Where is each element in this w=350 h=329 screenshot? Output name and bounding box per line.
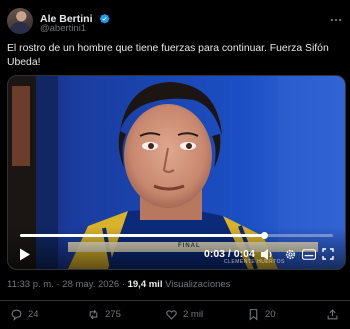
tweet-date[interactable]: 28 may. 2026 [62,279,119,290]
tweet-meta: 11:33 p. m. · 28 may. 2026 · 19,4 mil Vi… [7,279,230,290]
tweet-actions: 24 275 2 mil 20 [0,306,350,324]
meta-separator: · [56,279,60,290]
reply-count: 24 [28,308,39,320]
share-icon [327,308,338,319]
video-player[interactable]: FINAL CLEMENTE HUERTOS 0:03 / 0:04 [7,75,346,270]
video-progress-bar[interactable] [20,232,333,239]
video-banner-text: FINAL [178,243,201,249]
bookmark-icon [249,308,258,321]
bookmark-button[interactable]: 20 [247,306,276,322]
reply-button[interactable]: 24 [10,306,39,322]
heart-icon [166,309,177,320]
repost-icon [89,309,98,319]
like-count: 2 mil [183,308,204,320]
views-label: Visualizaciones [165,279,231,290]
volume-icon[interactable] [260,248,274,261]
repost-count: 275 [105,308,121,320]
meta-separator-2: · [121,279,125,290]
fullscreen-icon[interactable] [322,248,334,260]
reply-icon [11,309,22,321]
tweet-time[interactable]: 11:33 p. m. [7,279,54,290]
more-options-icon[interactable] [329,13,343,27]
bookmark-count: 20 [265,308,276,320]
video-progress-fill [20,234,265,237]
settings-gear-icon[interactable] [284,248,297,261]
repost-button[interactable]: 275 [87,306,121,322]
avatar[interactable] [7,8,33,34]
play-icon[interactable] [19,248,31,261]
tweet-text: El rostro de un hombre que tiene fuerzas… [7,43,329,68]
author-handle[interactable]: @abertini1 [40,23,86,34]
tweet-header: Ale Bertini @abertini1 [7,8,343,38]
verified-badge-icon [99,14,110,24]
captions-icon[interactable] [302,249,316,260]
divider [0,300,350,301]
video-time: 0:03 / 0:04 [204,248,255,260]
share-button[interactable] [326,306,339,322]
like-button[interactable]: 2 mil [165,306,203,322]
views-count: 19,4 mil [127,279,163,290]
